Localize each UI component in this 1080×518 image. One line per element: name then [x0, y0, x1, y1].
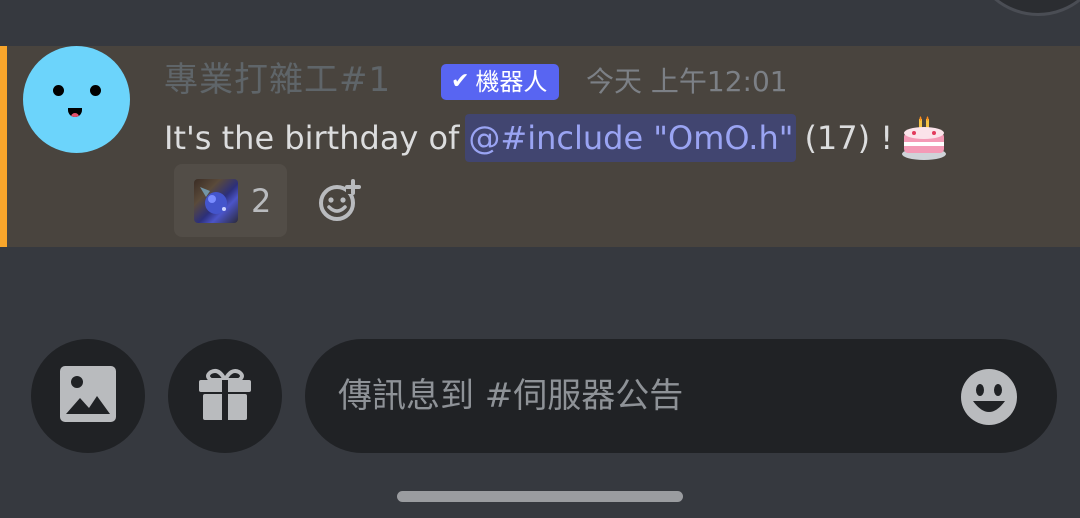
home-indicator[interactable] [397, 491, 683, 502]
message-highlight-bar [0, 46, 7, 247]
message-author[interactable]: 專業打雜工#1 [164, 60, 391, 100]
add-reaction-icon[interactable] [316, 178, 362, 224]
emoji-picker-button[interactable] [959, 367, 1019, 427]
message-input[interactable]: 傳訊息到 #伺服器公告 [305, 339, 1057, 453]
checkmark-icon: ✔ [451, 69, 470, 94]
bot-tag-label: 機器人 [475, 68, 548, 96]
custom-emoji-icon [194, 178, 238, 223]
partial-avatar [970, 0, 1080, 16]
message-timestamp: 今天 上午12:01 [586, 65, 788, 98]
highlighted-message[interactable]: 專業打雜工#1 ✔ 機器人 今天 上午12:01 It's the birthd… [0, 46, 1080, 247]
avatar-eye-right [90, 85, 101, 96]
bot-tag: ✔ 機器人 [441, 64, 560, 100]
message-text-after: (17) ! [804, 119, 894, 157]
reaction-button[interactable]: 2 [174, 164, 287, 237]
user-mention[interactable]: @#include "OmO.h" [465, 114, 797, 162]
image-upload-button[interactable] [31, 339, 145, 453]
image-icon [60, 366, 116, 426]
message-text-before: It's the birthday of [164, 119, 460, 157]
gift-button[interactable] [168, 339, 282, 453]
birthday-cake-icon [901, 115, 947, 161]
gift-icon [197, 366, 253, 426]
avatar-eye-left [53, 85, 64, 96]
message-input-placeholder: 傳訊息到 #伺服器公告 [338, 376, 684, 416]
reaction-count: 2 [251, 181, 272, 220]
avatar-mouth [68, 108, 82, 117]
message-content: It's the birthday of @#include "OmO.h" (… [164, 114, 947, 162]
smiley-icon [959, 369, 1019, 431]
avatar[interactable] [23, 46, 130, 153]
